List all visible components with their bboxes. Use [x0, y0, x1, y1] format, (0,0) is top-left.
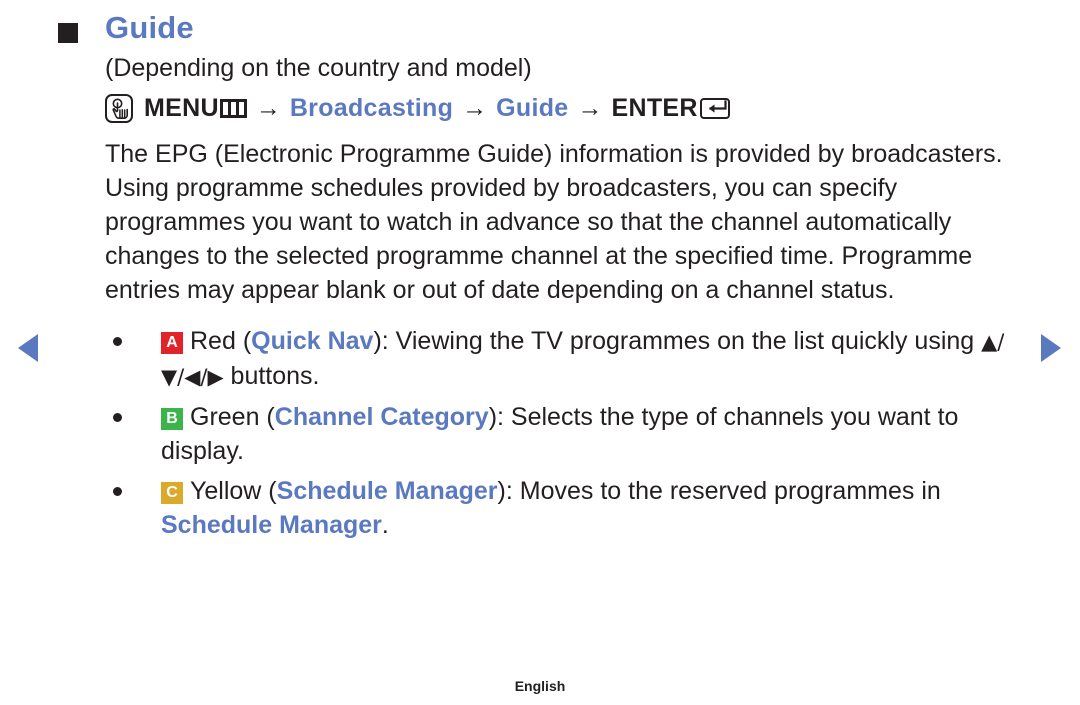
- enter-return-icon: [699, 98, 730, 119]
- list-item: C Yellow (Schedule Manager): Moves to the…: [105, 474, 1025, 542]
- open-paren: (: [261, 477, 277, 505]
- menu-hand-icon: [105, 94, 133, 123]
- prev-page-arrow-icon[interactable]: [18, 334, 38, 362]
- feature-schedule-manager: Schedule Manager: [276, 477, 498, 505]
- footer-language-label: English: [514, 678, 566, 694]
- close-paren: ):: [488, 403, 511, 431]
- path-arrow-1: →: [255, 94, 281, 122]
- green-button-badge: B: [161, 408, 183, 430]
- bullet-dot-icon: [113, 487, 122, 496]
- path-arrow-3: →: [577, 94, 603, 122]
- bullet-text: Moves to the reserved programmes in: [519, 477, 941, 505]
- square-bullet-icon: [58, 23, 78, 43]
- feature-channel-category: Channel Category: [274, 403, 489, 431]
- menu-path-breadcrumb: MENU → Broadcasting → Guide → ENTER: [105, 94, 1025, 123]
- open-paren: (: [259, 403, 275, 431]
- bullet-color-name: Yellow: [190, 477, 262, 505]
- body-paragraph: The EPG (Electronic Programme Guide) inf…: [105, 140, 1003, 304]
- enter-label: ENTER: [611, 94, 698, 122]
- bullet-dot-icon: [113, 413, 122, 422]
- feature-quick-nav: Quick Nav: [251, 327, 374, 355]
- page-subtitle: (Depending on the country and model): [105, 54, 532, 82]
- page-heading: Guide: [58, 12, 194, 43]
- bullet-dot-icon: [113, 337, 122, 346]
- bullet-color-name: Red: [190, 327, 236, 355]
- path-step-guide: Guide: [496, 94, 569, 122]
- list-item: B Green (Channel Category): Selects the t…: [105, 400, 1025, 468]
- path-arrow-2: →: [462, 94, 488, 122]
- menu-label: MENU: [144, 94, 219, 122]
- page-root: Guide (Depending on the country and mode…: [0, 0, 1080, 705]
- path-step-broadcasting: Broadcasting: [289, 94, 454, 122]
- open-paren: (: [235, 327, 252, 355]
- list-item: A Red (Quick Nav): Viewing the TV program…: [105, 324, 1025, 394]
- content-column: (Depending on the country and model) MEN…: [105, 52, 1025, 548]
- trailing-schedule-manager: Schedule Manager: [161, 511, 382, 539]
- menu-bars-icon: [219, 99, 247, 118]
- color-button-list: A Red (Quick Nav): Viewing the TV program…: [105, 324, 1025, 542]
- red-button-badge: A: [161, 332, 183, 354]
- close-paren: ):: [497, 477, 520, 505]
- yellow-button-badge: C: [161, 482, 183, 504]
- bullet-text-tail: buttons.: [223, 362, 320, 390]
- trailing-period: .: [381, 511, 389, 539]
- bullet-color-name: Green: [190, 403, 260, 431]
- bullet-text: Viewing the TV programmes on the list qu…: [395, 327, 982, 355]
- page-title: Guide: [105, 10, 194, 45]
- close-paren: ):: [373, 327, 396, 355]
- next-page-arrow-icon[interactable]: [1041, 334, 1061, 362]
